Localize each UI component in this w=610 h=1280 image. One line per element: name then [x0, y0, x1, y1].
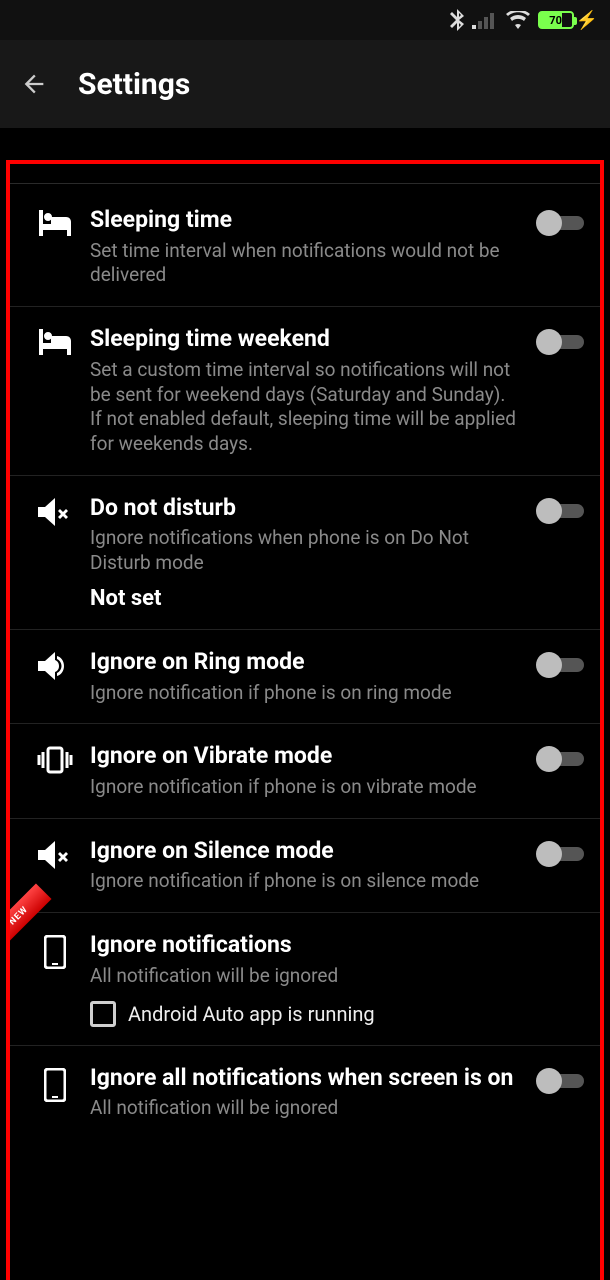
signal-icon: [472, 11, 498, 29]
setting-status: Not set: [90, 586, 516, 611]
speaker-mute-icon: [38, 498, 72, 526]
setting-desc: Ignore notification if phone is on ring …: [90, 681, 516, 706]
phone-icon: [44, 1068, 66, 1102]
setting-title: Do not disturb: [90, 494, 516, 523]
vibrate-icon: [37, 746, 73, 774]
wifi-icon: [506, 11, 530, 29]
setting-title: Sleeping time weekend: [90, 325, 516, 354]
checkbox-label: Android Auto app is running: [128, 1002, 375, 1026]
setting-desc: Ignore notification if phone is on silen…: [90, 869, 516, 894]
status-bar: 70 ⚡: [0, 0, 610, 40]
setting-title: Ignore notifications: [90, 931, 516, 960]
setting-title: Ignore on Ring mode: [90, 648, 516, 677]
setting-title: Sleeping time: [90, 206, 516, 235]
toggle-switch[interactable]: [536, 1070, 584, 1092]
back-icon[interactable]: [20, 70, 48, 98]
toggle-switch[interactable]: [536, 654, 584, 676]
setting-ignore-notifications[interactable]: NEW Ignore notifications All notificatio…: [10, 913, 600, 1045]
bluetooth-icon: [450, 9, 464, 31]
speaker-mute-icon: [38, 841, 72, 869]
setting-title: Ignore all notifications when screen is …: [90, 1064, 516, 1093]
setting-desc: All notification will be ignored: [90, 1096, 516, 1121]
setting-ignore-ring[interactable]: Ignore on Ring mode Ignore notification …: [10, 630, 600, 724]
phone-icon: [44, 935, 66, 969]
setting-desc: All notification will be ignored: [90, 964, 516, 989]
setting-sleeping-time[interactable]: Sleeping time Set time interval when not…: [10, 188, 600, 307]
toggle-switch[interactable]: [536, 748, 584, 770]
toggle-switch[interactable]: [536, 331, 584, 353]
bed-icon: [37, 210, 73, 236]
partial-previous-row: [10, 164, 600, 184]
setting-desc: Ignore notification if phone is on vibra…: [90, 775, 516, 800]
settings-highlighted-area: Sleeping time Set time interval when not…: [6, 160, 604, 1280]
speaker-on-icon: [38, 652, 72, 680]
setting-desc: Set time interval when notifications wou…: [90, 239, 516, 288]
bed-icon: [37, 329, 73, 355]
setting-desc: Ignore notifications when phone is on Do…: [90, 526, 516, 575]
setting-ignore-screen-on[interactable]: Ignore all notifications when screen is …: [10, 1046, 600, 1139]
toggle-switch[interactable]: [536, 212, 584, 234]
charging-icon: ⚡: [576, 10, 598, 31]
setting-desc: Set a custom time interval so notificati…: [90, 358, 516, 457]
app-bar: Settings: [0, 40, 610, 128]
setting-title: Ignore on Vibrate mode: [90, 742, 516, 771]
android-auto-checkbox[interactable]: [90, 1001, 116, 1027]
toggle-switch[interactable]: [536, 843, 584, 865]
battery-level: 70: [540, 14, 572, 27]
setting-ignore-vibrate[interactable]: Ignore on Vibrate mode Ignore notificati…: [10, 724, 600, 818]
setting-sleeping-time-weekend[interactable]: Sleeping time weekend Set a custom time …: [10, 307, 600, 476]
setting-title: Ignore on Silence mode: [90, 837, 516, 866]
page-title: Settings: [78, 67, 190, 102]
setting-ignore-silence[interactable]: Ignore on Silence mode Ignore notificati…: [10, 819, 600, 913]
setting-do-not-disturb[interactable]: Do not disturb Ignore notifications when…: [10, 476, 600, 630]
toggle-switch[interactable]: [536, 500, 584, 522]
battery-indicator: 70 ⚡: [538, 10, 598, 31]
